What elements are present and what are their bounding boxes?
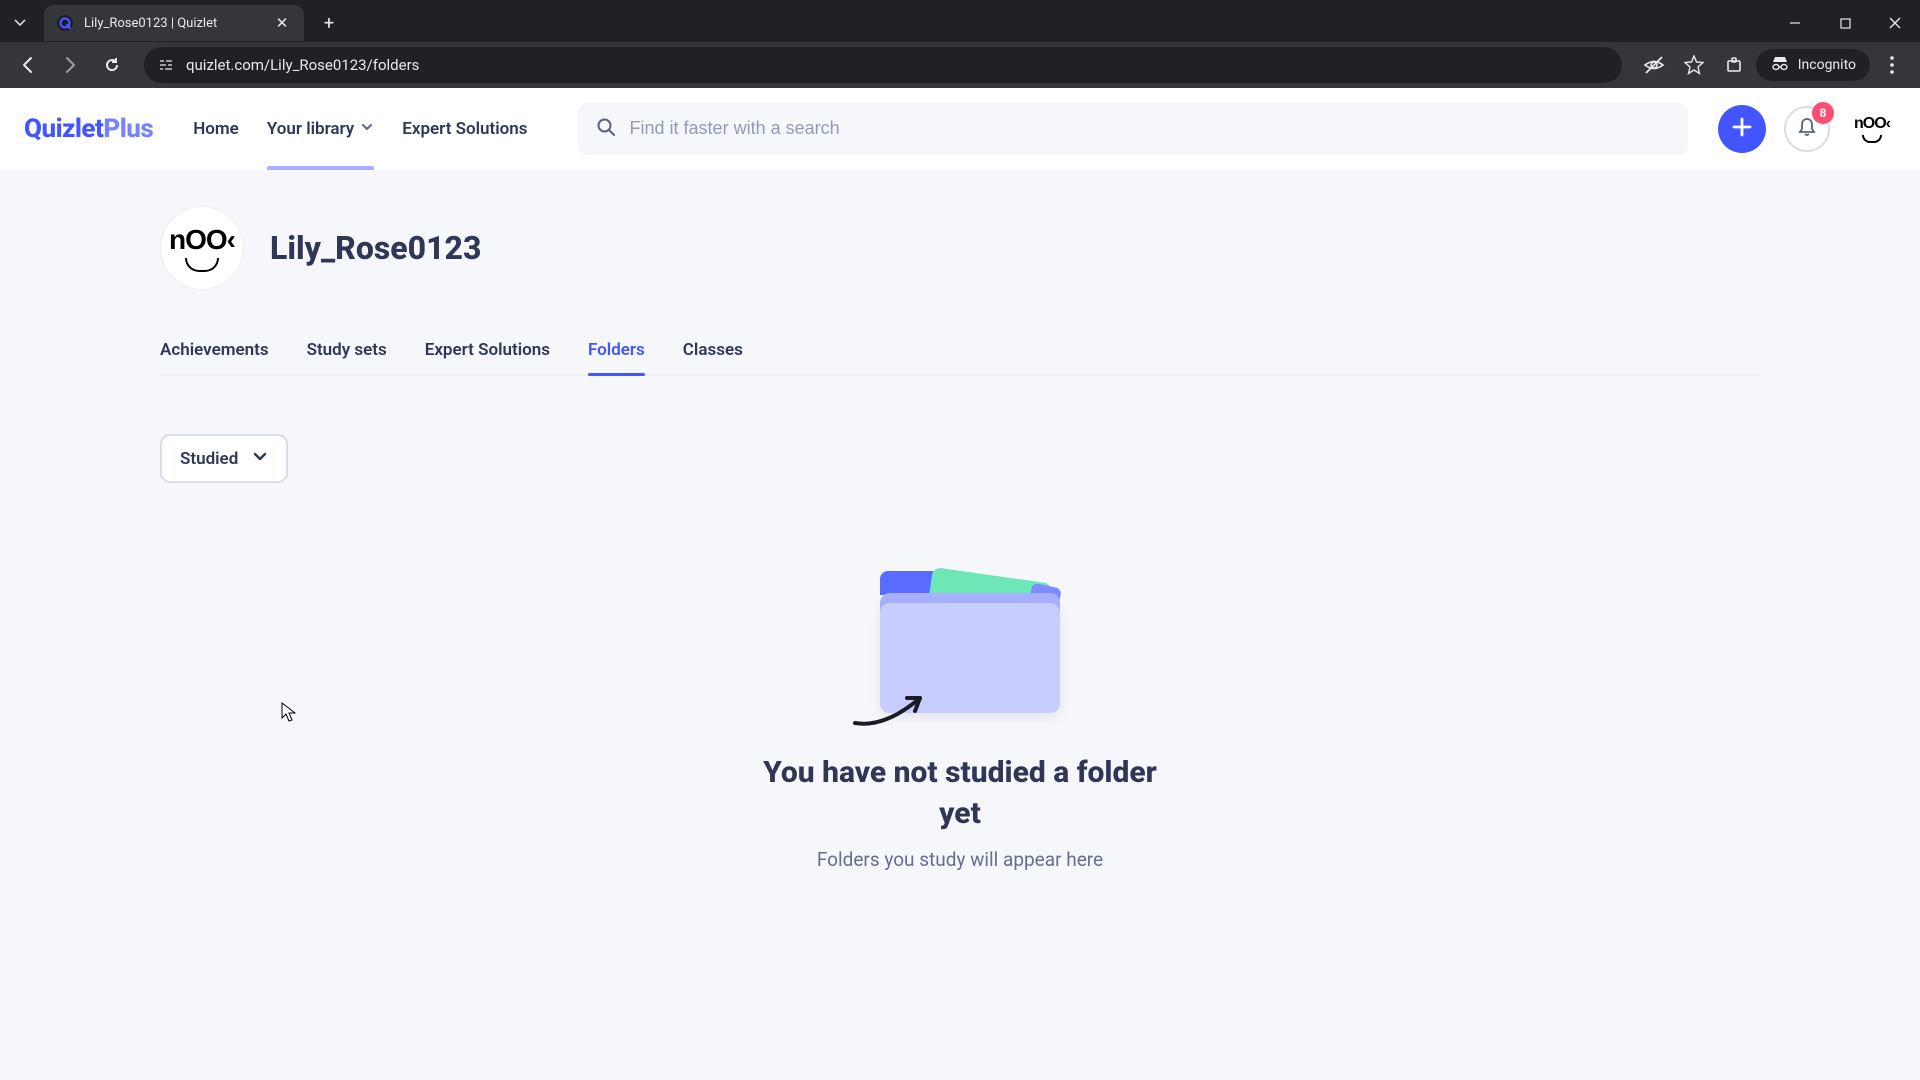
search-icon: [596, 117, 616, 141]
address-bar[interactable]: quizlet.com/Lily_Rose0123/folders: [144, 47, 1622, 83]
close-tab-icon[interactable]: ✕: [272, 13, 292, 33]
plus-icon: [1731, 116, 1753, 142]
browser-tab[interactable]: Lily_Rose0123 | Quizlet ✕: [44, 5, 304, 41]
top-nav: Home Your library Expert Solutions: [193, 88, 527, 169]
empty-state: You have not studied a folder yet Folder…: [160, 553, 1760, 871]
browser-toolbar: quizlet.com/Lily_Rose0123/folders Incogn…: [0, 42, 1920, 88]
create-button[interactable]: [1718, 105, 1766, 153]
extensions-icon[interactable]: [1716, 47, 1752, 83]
browser-menu-button[interactable]: [1874, 47, 1910, 83]
empty-folder-illustration: [845, 553, 1075, 723]
notifications-button[interactable]: 8: [1784, 106, 1830, 152]
app-header: QuizletPlus Home Your library Expert Sol…: [0, 88, 1920, 170]
notification-badge: 8: [1812, 102, 1834, 124]
tab-search-dropdown[interactable]: [4, 7, 36, 39]
bookmark-star-icon[interactable]: [1676, 47, 1712, 83]
url-text: quizlet.com/Lily_Rose0123/folders: [186, 56, 1608, 74]
page-body: QuizletPlus Home Your library Expert Sol…: [0, 88, 1920, 1080]
profile-avatar: nOO‹: [160, 206, 244, 290]
search-input[interactable]: [630, 118, 1670, 139]
browser-tab-bar: Lily_Rose0123 | Quizlet ✕ +: [0, 0, 1920, 42]
tab-classes[interactable]: Classes: [683, 340, 743, 374]
close-window-button[interactable]: [1870, 5, 1920, 41]
tab-achievements[interactable]: Achievements: [160, 340, 269, 374]
incognito-icon: [1770, 55, 1790, 75]
maximize-window-button[interactable]: [1820, 5, 1870, 41]
user-avatar[interactable]: nOO‹: [1848, 105, 1896, 153]
site-settings-icon[interactable]: [158, 57, 174, 73]
chevron-down-icon: [252, 448, 268, 469]
nav-home[interactable]: Home: [193, 88, 239, 169]
tab-expert-solutions[interactable]: Expert Solutions: [425, 340, 550, 374]
quizlet-favicon-icon: [56, 14, 74, 32]
filter-dropdown[interactable]: Studied: [160, 434, 288, 483]
tab-folders[interactable]: Folders: [588, 340, 645, 374]
minimize-window-button[interactable]: [1770, 5, 1820, 41]
profile-header: nOO‹ Lily_Rose0123: [160, 206, 1760, 290]
empty-state-subtitle: Folders you study will appear here: [817, 848, 1103, 871]
back-button[interactable]: [10, 47, 46, 83]
forward-button[interactable]: [52, 47, 88, 83]
arrow-swoosh-icon: [845, 653, 975, 733]
incognito-indicator[interactable]: Incognito: [1756, 49, 1870, 81]
profile-tabs: Achievements Study sets Expert Solutions…: [160, 340, 1760, 376]
tracking-protection-icon[interactable]: [1636, 47, 1672, 83]
new-tab-button[interactable]: +: [314, 8, 344, 38]
profile-username: Lily_Rose0123: [270, 229, 481, 267]
nav-your-library[interactable]: Your library: [267, 88, 374, 169]
browser-tab-title: Lily_Rose0123 | Quizlet: [84, 16, 264, 31]
filter-label: Studied: [180, 449, 238, 469]
quizlet-logo[interactable]: QuizletPlus: [24, 114, 153, 144]
tab-study-sets[interactable]: Study sets: [307, 340, 387, 374]
chevron-down-icon: [360, 119, 374, 139]
reload-button[interactable]: [94, 47, 130, 83]
empty-state-title: You have not studied a folder yet: [740, 753, 1180, 834]
search-bar[interactable]: [578, 103, 1688, 155]
incognito-label: Incognito: [1798, 57, 1856, 73]
nav-expert-solutions[interactable]: Expert Solutions: [402, 88, 527, 169]
